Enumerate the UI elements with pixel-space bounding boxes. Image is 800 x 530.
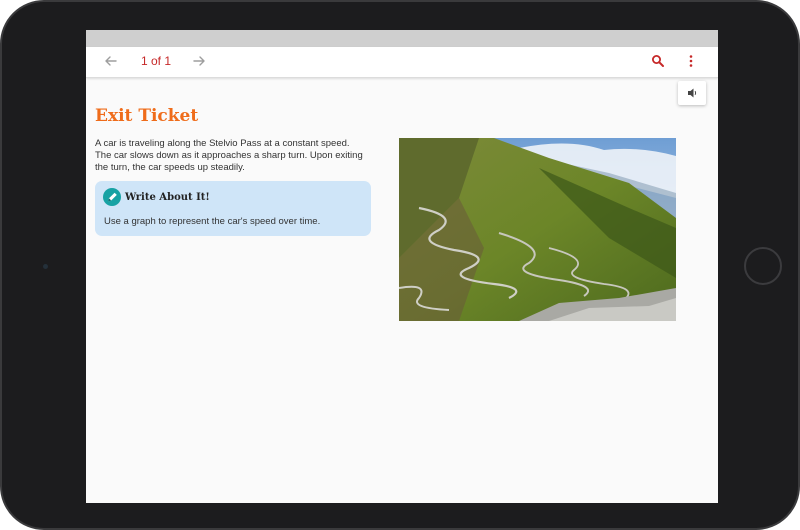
write-about-it-callout: Write About It! Use a graph to represent… [95,181,371,236]
search-icon[interactable] [651,54,665,68]
more-vertical-icon[interactable] [684,54,698,68]
problem-line: the turn, the car speeds up steadily. [95,162,245,173]
speaker-icon [688,88,697,98]
home-button[interactable] [744,247,782,285]
tablet-frame: 1 of 1 Exit Ticket A car is traveling al… [0,0,800,530]
callout-text: Use a graph to represent the car's speed… [104,216,321,227]
reader-toolbar: 1 of 1 [86,47,718,78]
status-bar [86,30,718,47]
arrow-right-icon[interactable] [191,53,207,69]
audio-button[interactable] [678,81,706,105]
arrow-left-icon[interactable] [103,53,119,69]
pencil-icon [103,188,121,206]
page-title: Exit Ticket [95,106,199,126]
problem-text: A car is traveling along the Stelvio Pas… [95,138,377,174]
problem-line: The car slows down as it approaches a sh… [95,150,363,161]
problem-line: A car is traveling along the Stelvio Pas… [95,138,350,149]
app-screen: 1 of 1 Exit Ticket A car is traveling al… [86,30,718,503]
camera-dot [43,264,48,269]
page-indicator: 1 of 1 [141,54,172,68]
callout-heading: Write About It! [125,192,210,203]
mountain-road-photo [399,138,676,321]
